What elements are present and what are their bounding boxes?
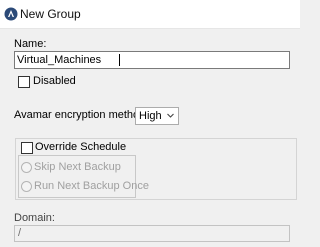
text-caret bbox=[119, 54, 120, 66]
name-label: Name: bbox=[14, 38, 47, 50]
disabled-label: Disabled bbox=[33, 75, 76, 87]
domain-label: Domain: bbox=[14, 212, 55, 224]
run-next-backup-once-radio[interactable] bbox=[21, 181, 32, 192]
override-schedule-checkbox[interactable] bbox=[21, 142, 33, 154]
disabled-checkbox[interactable] bbox=[18, 76, 30, 88]
domain-field: / bbox=[14, 225, 290, 242]
run-next-backup-once-label: Run Next Backup Once bbox=[34, 180, 149, 192]
override-schedule-label: Override Schedule bbox=[35, 141, 127, 153]
domain-value: / bbox=[18, 227, 22, 239]
name-input[interactable] bbox=[14, 51, 290, 69]
encryption-method-value: High bbox=[139, 110, 162, 122]
chevron-down-icon bbox=[167, 113, 174, 118]
skip-next-backup-label: Skip Next Backup bbox=[34, 161, 121, 173]
window-title: New Group bbox=[20, 7, 81, 21]
encryption-method-select[interactable]: High bbox=[135, 107, 179, 125]
skip-next-backup-radio[interactable] bbox=[21, 162, 32, 173]
avamar-logo-icon bbox=[4, 7, 18, 21]
encryption-method-label: Avamar encryption method bbox=[14, 109, 146, 121]
title-bar: New Group bbox=[0, 0, 300, 29]
